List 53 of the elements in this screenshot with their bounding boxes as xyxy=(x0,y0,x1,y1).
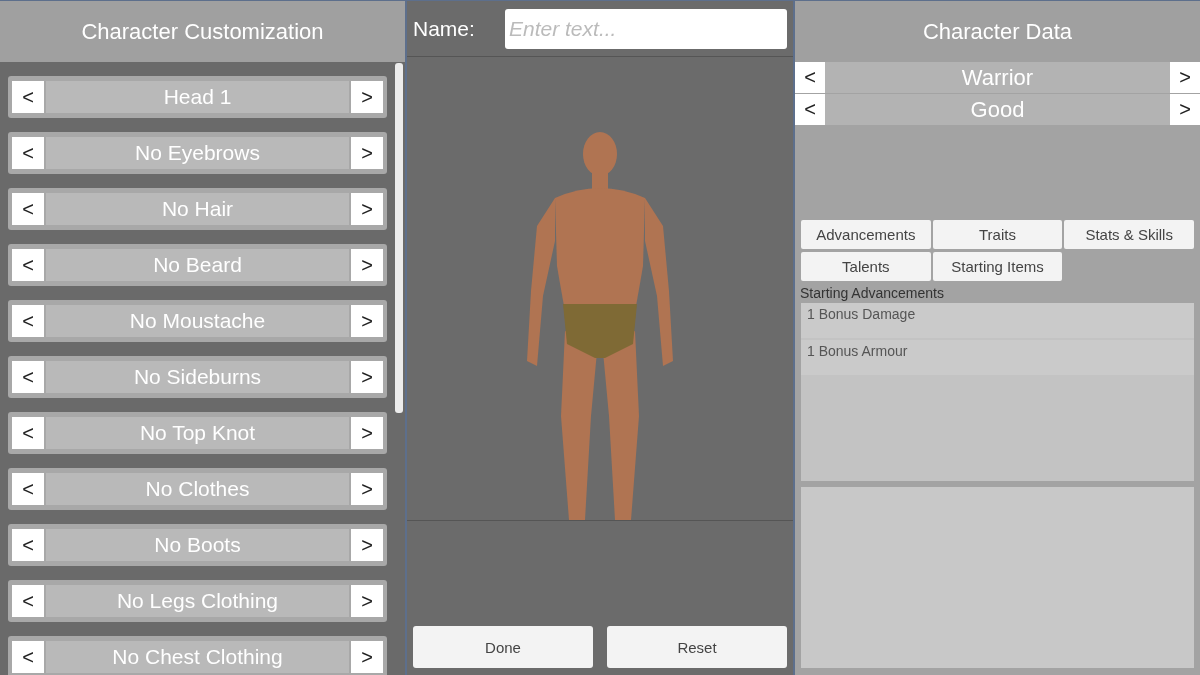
name-input-field[interactable]: Enter text... xyxy=(505,8,787,49)
next-button[interactable]: > xyxy=(351,473,383,505)
previous-button[interactable]: < xyxy=(795,94,825,125)
next-button[interactable]: > xyxy=(351,529,383,561)
previous-button[interactable]: < xyxy=(12,193,44,225)
previous-button[interactable]: < xyxy=(12,305,44,337)
selector-label: Warrior xyxy=(825,62,1170,93)
previous-button[interactable]: < xyxy=(12,249,44,281)
next-button[interactable]: > xyxy=(351,81,383,113)
option-label: No Sideburns xyxy=(46,361,349,393)
option-label: No Moustache xyxy=(46,305,349,337)
list-item[interactable]: 1 Bonus Armour xyxy=(801,340,1194,375)
tab-button[interactable]: Traits xyxy=(932,220,1063,249)
option-label: No Boots xyxy=(46,529,349,561)
section-title: Starting Advancements xyxy=(799,284,945,303)
next-button[interactable]: > xyxy=(351,361,383,393)
next-button[interactable]: > xyxy=(351,417,383,449)
option-label: No Hair xyxy=(46,193,349,225)
next-button[interactable]: > xyxy=(351,193,383,225)
selector-label: Good xyxy=(825,94,1170,125)
next-button[interactable]: > xyxy=(351,585,383,617)
option-label: Head 1 xyxy=(46,81,349,113)
next-button[interactable]: > xyxy=(351,641,383,673)
option-label: No Chest Clothing xyxy=(46,641,349,673)
previous-button[interactable]: < xyxy=(12,361,44,393)
previous-button[interactable]: < xyxy=(795,62,825,93)
option-label: No Legs Clothing xyxy=(46,585,349,617)
option-label: No Beard xyxy=(46,249,349,281)
next-button[interactable]: > xyxy=(351,305,383,337)
tab-button[interactable]: Starting Items xyxy=(932,252,1063,281)
option-label: No Top Knot xyxy=(46,417,349,449)
action-button[interactable]: Done xyxy=(413,626,593,668)
panel-title: Character Customization xyxy=(0,1,405,62)
previous-button[interactable]: < xyxy=(12,585,44,617)
previous-button[interactable]: < xyxy=(12,641,44,673)
tab-button[interactable]: Advancements xyxy=(801,220,931,249)
option-label: No Eyebrows xyxy=(46,137,349,169)
previous-button[interactable]: < xyxy=(12,473,44,505)
previous-button[interactable]: < xyxy=(12,137,44,169)
previous-button[interactable]: < xyxy=(12,529,44,561)
tab-button[interactable]: Stats & Skills xyxy=(1064,220,1194,249)
previous-button[interactable]: < xyxy=(12,81,44,113)
next-button[interactable]: > xyxy=(351,137,383,169)
tab-button[interactable]: Talents xyxy=(801,252,931,281)
option-label: No Clothes xyxy=(46,473,349,505)
next-button[interactable]: > xyxy=(1170,94,1200,125)
scrollbar-thumb[interactable] xyxy=(395,63,403,413)
action-button[interactable]: Reset xyxy=(607,626,787,668)
previous-button[interactable]: < xyxy=(12,417,44,449)
next-button[interactable]: > xyxy=(1170,62,1200,93)
list-item[interactable]: 1 Bonus Damage xyxy=(801,303,1194,338)
next-button[interactable]: > xyxy=(351,249,383,281)
name-label: Name: xyxy=(413,16,476,41)
